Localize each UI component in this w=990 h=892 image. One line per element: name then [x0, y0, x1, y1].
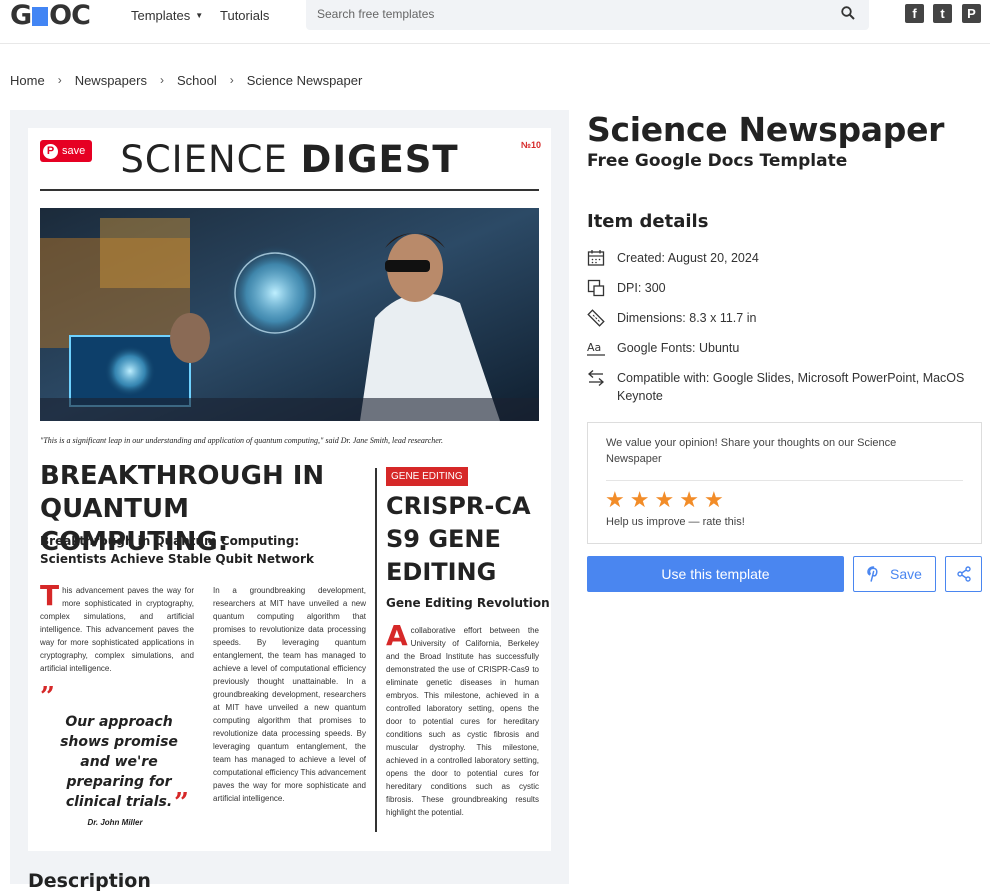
use-template-button[interactable]: Use this template	[587, 556, 844, 592]
dpi-icon	[587, 279, 605, 297]
save-button[interactable]: Save	[853, 556, 936, 592]
chevron-down-icon: ▼	[195, 11, 204, 20]
breadcrumb: Home › Newspapers › School › Science New…	[10, 73, 362, 88]
feedback-message: We value your opinion! Share your though…	[606, 437, 897, 465]
svg-text:Aa: Aa	[587, 341, 601, 354]
quote-open-icon: ”	[40, 682, 55, 712]
breadcrumb-current: Science Newspaper	[246, 73, 363, 88]
pinterest-save-label: save	[62, 145, 86, 157]
drop-cap: A	[386, 619, 408, 652]
pull-quote-text: Our approach shows promise and we're pre…	[60, 714, 178, 810]
pull-quote-author: Dr. John Miller	[87, 818, 143, 827]
star-icon[interactable]: ★	[679, 489, 699, 511]
save-label: Save	[890, 566, 922, 582]
description-heading: Description	[28, 870, 151, 892]
facebook-icon[interactable]: f	[905, 4, 924, 23]
page-subtitle: Free Google Docs Template	[587, 151, 848, 171]
top-bar: G OC Templates ▼ Tutorials Search free tem…	[0, 0, 990, 44]
logo-letter-g: G	[10, 0, 32, 31]
calendar-icon	[587, 250, 605, 266]
pull-quote: ” Our approach shows promise and we're p…	[40, 682, 198, 828]
article-column-1: This advancement paves the way for more …	[40, 579, 194, 675]
nav-templates[interactable]: Templates ▼	[131, 8, 203, 23]
hero-lab-image	[40, 208, 539, 421]
detail-created-text: Created: August 20, 2024	[617, 251, 759, 265]
lead-quote: "This is a significant leap in our under…	[40, 436, 443, 445]
detail-compatibility-text: Compatible with: Google Slides, Microsof…	[617, 371, 965, 403]
main-subheadline: Breakthrough in Quantum Computing: Scien…	[40, 534, 314, 566]
logo-doc-icon	[32, 6, 49, 26]
star-icon[interactable]: ★	[630, 489, 650, 511]
logo-letters: OC	[49, 0, 91, 31]
second-subheadline: Gene Editing Revolution	[386, 596, 550, 610]
quote-close-icon: ”	[174, 788, 189, 818]
star-icon[interactable]: ★	[605, 489, 625, 511]
masthead-rule	[40, 189, 539, 191]
search-input[interactable]: Search free templates	[317, 7, 434, 21]
masthead-light: SCIENCE	[120, 138, 301, 181]
chevron-right-icon: ›	[229, 73, 234, 87]
breadcrumb-school[interactable]: School	[177, 73, 217, 88]
article-column-1-text: his advancement paves the way for more s…	[40, 586, 194, 673]
pinterest-icon: P	[43, 143, 58, 159]
twitter-icon[interactable]: t	[933, 4, 952, 23]
article-column-2: In a groundbreaking development, researc…	[213, 586, 366, 803]
feedback-box: We value your opinion! Share your though…	[587, 422, 982, 544]
masthead: SCIENCE DIGEST	[28, 138, 551, 181]
search-icon[interactable]	[841, 6, 855, 20]
page-title: Science Newspaper	[587, 110, 945, 149]
masthead-bold: DIGEST	[300, 138, 459, 181]
pinterest-icon[interactable]: P	[962, 4, 981, 23]
template-preview-page[interactable]: SCIENCE DIGEST Psave №10 "This is a sign…	[28, 128, 551, 851]
drop-cap: T	[40, 579, 60, 612]
font-icon: Aa	[587, 341, 605, 356]
detail-dpi-text: DPI: 300	[617, 281, 666, 295]
detail-created: Created: August 20, 2024	[587, 249, 759, 267]
share-button[interactable]	[945, 556, 982, 592]
article-column-3-text: collaborative effort between the Univers…	[386, 626, 539, 817]
star-icon[interactable]: ★	[704, 489, 724, 511]
detail-fonts: Aa Google Fonts: Ubuntu	[587, 339, 739, 357]
chevron-right-icon: ›	[159, 73, 164, 87]
detail-dpi: DPI: 300	[587, 279, 666, 297]
star-icon[interactable]: ★	[654, 489, 674, 511]
detail-dimensions: Dimensions: 8.3 x 11.7 in	[587, 309, 756, 327]
detail-fonts-text: Google Fonts: Ubuntu	[617, 341, 740, 355]
search-bar[interactable]: Search free templates	[306, 0, 869, 30]
breadcrumb-home[interactable]: Home	[10, 73, 45, 88]
compatibility-icon	[588, 370, 604, 386]
template-preview-panel: SCIENCE DIGEST Psave №10 "This is a sign…	[10, 110, 569, 884]
feedback-divider	[606, 480, 963, 481]
section-tag: GENE EDITING	[386, 467, 468, 486]
column-divider	[375, 468, 377, 832]
star-rating[interactable]: ★ ★ ★ ★ ★	[605, 489, 724, 511]
article-column-3: Acollaborative effort between the Univer…	[386, 619, 539, 819]
detail-dimensions-text: Dimensions: 8.3 x 11.7 in	[617, 311, 757, 325]
pinterest-icon	[867, 566, 878, 582]
item-details-heading: Item details	[587, 211, 709, 232]
breadcrumb-newspapers[interactable]: Newspapers	[75, 73, 147, 88]
detail-compatibility: Compatible with: Google Slides, Microsof…	[587, 369, 982, 405]
chevron-right-icon: ›	[57, 73, 62, 87]
second-headline: CRISPR-CA S9 GENE EDITING	[386, 492, 531, 586]
ruler-icon	[587, 309, 605, 327]
feedback-help-text: Help us improve — rate this!	[606, 516, 745, 528]
site-logo[interactable]: G OC	[10, 0, 91, 31]
issue-number: №10	[520, 140, 541, 150]
nav-tutorials[interactable]: Tutorials	[220, 8, 269, 23]
nav-templates-label: Templates	[131, 8, 191, 23]
pinterest-save-button[interactable]: Psave	[40, 140, 92, 162]
share-icon	[956, 566, 971, 582]
